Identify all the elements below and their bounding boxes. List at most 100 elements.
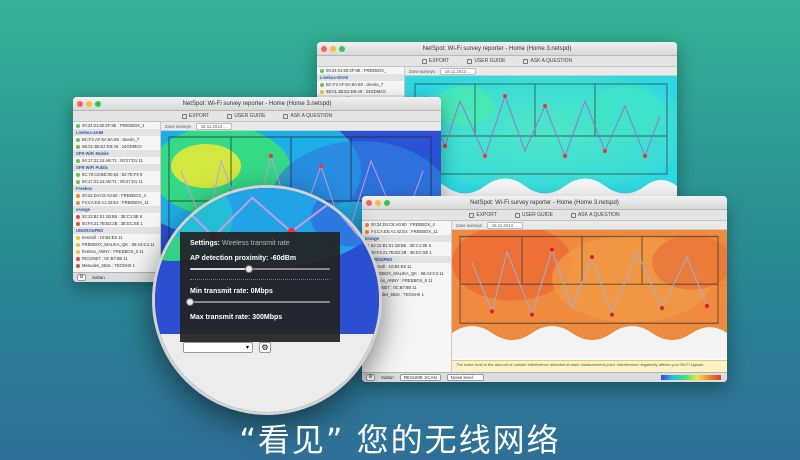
scope-select[interactable]: Saltan xyxy=(92,275,105,280)
tab-zone-surveys[interactable]: Zone surveys xyxy=(456,223,482,228)
ask-question-button[interactable]: ASK A QUESTION xyxy=(570,212,620,218)
zoom-button[interactable] xyxy=(339,46,345,52)
sidebar-item-label: Livebox-D0A9 xyxy=(320,75,348,80)
magnifier-lens: ▾ ⚙ Settings: Wireless transmit rate AP … xyxy=(152,185,382,415)
sidebar-network-item[interactable]: RICONET : 0C:B7:8B 11 xyxy=(73,255,160,262)
ap-proximity-slider[interactable] xyxy=(190,265,330,273)
sidebar-group-header[interactable]: SFR WiFi Public xyxy=(73,164,160,171)
sidebar-network-item[interactable]: BC:F2:AF:6A:8A:69 : devolo_7 xyxy=(317,81,404,88)
export-button[interactable]: EXPORT xyxy=(181,113,209,119)
sidebar-network-item[interactable]: 00:24:D4:C8:A0:60 : FREEBOX_4 xyxy=(73,192,160,199)
tab-zone-surveys[interactable]: Zone surveys xyxy=(165,124,191,129)
export-button[interactable]: EXPORT xyxy=(421,58,449,64)
sidebar-network-item[interactable]: 94:17:31:24:AB:71 : 00:27:D1 11 xyxy=(73,178,160,185)
netspot-window-right: NetSpot: Wi-Fi survey reporter - Home (H… xyxy=(362,196,727,382)
slider-knob[interactable] xyxy=(186,298,194,306)
sidebar-group-header[interactable]: SFR WiFi Mobile xyxy=(73,150,160,157)
user-guide-button[interactable]: USER GUIDE xyxy=(227,113,265,119)
sidebar-item-label: BC:F2:AF:6A:8A:69 : devolo_7 xyxy=(82,137,140,142)
user-guide-button[interactable]: USER GUIDE xyxy=(514,212,553,218)
sidebar-network-item[interactable]: 52:13:B1:01:1B:B5 : 3E:C1:8E 6 xyxy=(73,213,160,220)
sidebar-group-header[interactable]: Livebox-4A69 xyxy=(73,129,160,136)
sidebar-item-label: 6C:70:C8:BD:00:63 : 82:7E:F8 9 xyxy=(82,172,143,177)
sidebar-network-item[interactable]: 5B:01:3B:E2:D8:A9 : 24GDMC0 xyxy=(317,88,404,95)
sidebar-item-label: SFR WiFi Mobile xyxy=(76,151,109,156)
minimize-button[interactable] xyxy=(86,101,92,107)
tab-date[interactable]: 18.11.2013 ... xyxy=(439,67,476,75)
max-rate-label: Max transmit rate: 300Mbps xyxy=(190,314,283,321)
tab-date[interactable]: 18.11.2013 ... xyxy=(486,221,523,229)
ask-label: ASK A QUESTION xyxy=(530,58,573,64)
signal-dot-icon xyxy=(76,235,80,240)
min-rate-slider[interactable] xyxy=(186,298,330,306)
window-controls xyxy=(77,101,101,107)
noise-level-select[interactable]: Noise level xyxy=(446,374,484,381)
user-guide-button[interactable]: USER GUIDE xyxy=(467,58,505,64)
gear-icon[interactable]: ⚙ xyxy=(259,342,271,353)
book-icon xyxy=(467,58,473,64)
sidebar-network-item[interactable]: BC:F2:AF:6A:8A:69 : devolo_7 xyxy=(73,136,160,143)
signal-dot-icon xyxy=(76,263,80,268)
sidebar-group-header[interactable]: UNGROUPED xyxy=(73,227,160,234)
sidebar-network-item[interactable]: Menudes_552e : TEOSHK 1 xyxy=(73,262,160,269)
signal-dot-icon xyxy=(76,193,80,198)
zone-tabbar: Zone surveys 18.11.2013 ... xyxy=(452,221,727,230)
ask-question-button[interactable]: ASK A QUESTION xyxy=(523,58,572,64)
tab-zone-surveys[interactable]: Zone surveys xyxy=(409,69,435,74)
sidebar-network-item[interactable]: freebox_ANNY : FREEBOX_6 11 xyxy=(73,248,160,255)
sidebar-group-header[interactable]: Freebox xyxy=(73,185,160,192)
ask-question-button[interactable]: ASK A QUESTION xyxy=(283,113,332,119)
export-button[interactable]: EXPORT xyxy=(469,212,497,218)
window-title: NetSpot: Wi-Fi survey reporter - Home (H… xyxy=(422,45,572,52)
survey-content: Zone surveys 18.11.2013 ... xyxy=(405,67,677,208)
slider-track xyxy=(190,301,330,303)
settings-panel: Settings: Wireless transmit rate AP dete… xyxy=(180,232,340,342)
sidebar-network-item[interactable]: tresSofi : 10:B4:E5 11 xyxy=(73,234,160,241)
window-title: NetSpot: Wi-Fi survey reporter - Home (H… xyxy=(470,199,619,206)
window-titlebar: NetSpot: Wi-Fi survey reporter - Home (H… xyxy=(362,196,727,210)
sidebar-network-item[interactable]: 60:F4:21:7B:B2:2B : 3E:EC:6E 1 xyxy=(73,220,160,227)
settings-subtitle: Wireless transmit rate xyxy=(221,240,290,247)
zone-tabbar: Zone surveys 18.11.2013 ... xyxy=(405,67,677,76)
heatmap-view[interactable] xyxy=(405,76,677,208)
signal-dot-icon xyxy=(76,256,80,261)
sidebar-network-item[interactable]: 5B:01:3B:E2:D8:A9 : 24GDMC0 xyxy=(73,143,160,150)
close-button[interactable] xyxy=(77,101,83,107)
heatmap-orange xyxy=(452,230,727,358)
zoom-button[interactable] xyxy=(384,200,390,206)
sidebar-item-label: SFR WiFi Public xyxy=(76,165,109,170)
slider-knob[interactable] xyxy=(244,265,253,273)
sidebar-item-label: tresSofi : 10:B4:E5 11 xyxy=(82,235,123,240)
sidebar-item-label: 00:24:01:60:3F:9E : FREEBOX_1 xyxy=(82,123,145,128)
zoom-button[interactable] xyxy=(95,101,101,107)
gear-icon[interactable]: ⚙ xyxy=(77,274,86,281)
signal-dot-icon xyxy=(320,82,324,87)
user-guide-label: USER GUIDE xyxy=(234,113,266,119)
sidebar-item-label: UNGROUPED xyxy=(76,228,104,233)
sidebar-item-label: FREEBOX_MALIKA_QK : 68:A3:C4 11 xyxy=(371,271,444,276)
signal-legend xyxy=(661,375,721,380)
sidebar-network-item[interactable]: FREEBOX_MALIKA_QK : 68:A3:C4 11 xyxy=(73,241,160,248)
resume-scan-button[interactable]: RESUME SCAN xyxy=(399,374,441,381)
close-button[interactable] xyxy=(321,46,327,52)
sidebar-group-header[interactable]: Livebox-D0A9 xyxy=(317,74,404,81)
sidebar-network-item[interactable]: 00:24:01:60:3F:9E : FREEBOX_ xyxy=(317,67,404,74)
window-titlebar: NetSpot: Wi-Fi survey reporter - Home (H… xyxy=(73,97,441,111)
tab-date[interactable]: 18.11.2013 ... xyxy=(195,122,232,130)
chat-icon xyxy=(283,113,289,119)
lens-scope-select[interactable]: ▾ xyxy=(183,342,253,353)
marketing-caption: “看见” 您的无线网络 xyxy=(239,421,561,459)
network-sidebar: 00:24:01:60:3F:9E : FREEBOX_1 Livebox-4A6… xyxy=(73,122,161,282)
scope-select[interactable]: Saltan xyxy=(381,375,394,380)
minimize-button[interactable] xyxy=(330,46,336,52)
sidebar-item-label: F4:CA:E5:A1:42:E4 : FREEBOX_11 xyxy=(82,200,149,205)
sidebar-item-label: FREEBOX_MALIKA_QK : 68:A3:C4 11 xyxy=(82,242,155,247)
sidebar-network-item[interactable]: 94:17:31:24:AB:71 : 00:27:D1 11 xyxy=(73,157,160,164)
sidebar-network-item[interactable]: 6C:70:C8:BD:00:63 : 82:7E:F8 9 xyxy=(73,171,160,178)
lens-bottom-bar: ▾ ⚙ xyxy=(155,334,379,412)
sidebar-network-item[interactable]: F4:CA:E5:A1:42:E4 : FREEBOX_11 xyxy=(73,199,160,206)
sidebar-group-header[interactable]: orange xyxy=(73,206,160,213)
heatmap-view[interactable] xyxy=(452,230,727,358)
sidebar-network-item[interactable]: 00:24:01:60:3F:9E : FREEBOX_1 xyxy=(73,122,160,129)
chat-icon xyxy=(523,58,529,64)
